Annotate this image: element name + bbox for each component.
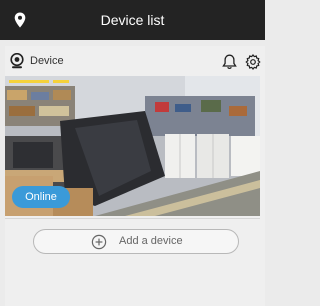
add-device-button[interactable]: Add a device bbox=[33, 229, 239, 254]
status-badge: Online bbox=[12, 186, 70, 208]
bell-icon[interactable] bbox=[222, 54, 237, 70]
top-bar: Device list bbox=[0, 0, 265, 40]
device-name[interactable]: Device bbox=[30, 46, 64, 76]
plus-circle-icon bbox=[91, 234, 107, 250]
divider bbox=[5, 218, 260, 219]
add-device-label: Add a device bbox=[119, 235, 183, 247]
camera-icon bbox=[10, 53, 24, 69]
device-header-row: Device bbox=[5, 46, 265, 76]
page-title: Device list bbox=[100, 12, 165, 28]
gear-icon[interactable] bbox=[245, 54, 261, 70]
